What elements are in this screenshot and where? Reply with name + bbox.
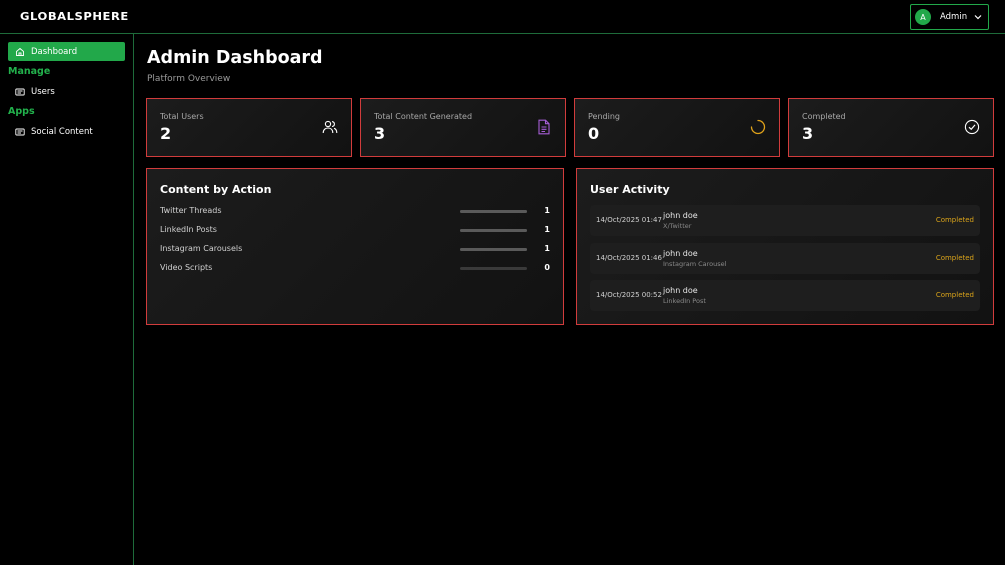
action-count: 1 xyxy=(544,225,550,234)
activity-item[interactable]: 14/Oct/2025 01:47 john doe X/Twitter Com… xyxy=(590,205,980,236)
user-activity-panel: User Activity 14/Oct/2025 01:47 john doe… xyxy=(576,168,994,325)
section-title-apps: Apps xyxy=(8,106,35,117)
top-bar: GLOBALSPHERE A Admin xyxy=(0,0,1005,34)
sidebar-item-dashboard[interactable]: Dashboard xyxy=(8,42,125,61)
stat-value: 3 xyxy=(374,124,386,143)
action-count: 0 xyxy=(544,263,550,272)
page-subtitle: Platform Overview xyxy=(147,74,231,84)
avatar: A xyxy=(915,9,931,25)
stat-value: 2 xyxy=(160,124,172,143)
document-icon xyxy=(538,119,550,135)
content-by-action-panel: Content by Action Twitter Threads 1 Link… xyxy=(146,168,564,325)
activity-type: X/Twitter xyxy=(663,222,692,230)
sidebar-item-label: Dashboard xyxy=(31,46,78,57)
activity-user: john doe xyxy=(663,286,698,295)
panel-title: User Activity xyxy=(590,183,670,196)
sidebar-item-label: Social Content xyxy=(31,126,93,137)
stat-label: Total Users xyxy=(160,112,204,121)
action-progress-bar xyxy=(460,210,527,213)
stat-value: 0 xyxy=(588,124,600,143)
home-icon xyxy=(16,47,24,56)
activity-user: john doe xyxy=(663,211,698,220)
action-row: Twitter Threads 1 xyxy=(160,206,550,218)
spinner-icon xyxy=(750,119,766,135)
action-label: Twitter Threads xyxy=(160,206,222,215)
sidebar: Dashboard Manage Users Apps Social Conte… xyxy=(0,34,134,565)
action-label: LinkedIn Posts xyxy=(160,225,217,234)
stat-value: 3 xyxy=(802,124,814,143)
action-row: Instagram Carousels 1 xyxy=(160,244,550,256)
stat-card-total-content: Total Content Generated 3 xyxy=(360,98,566,157)
activity-user: john doe xyxy=(663,249,698,258)
user-menu-button[interactable]: A Admin xyxy=(910,4,989,30)
stat-card-pending: Pending 0 xyxy=(574,98,780,157)
action-row: Video Scripts 0 xyxy=(160,263,550,275)
stat-label: Total Content Generated xyxy=(374,112,473,121)
action-progress-bar xyxy=(460,248,527,251)
sidebar-item-social-content[interactable]: Social Content xyxy=(8,122,125,141)
status-badge: Completed xyxy=(935,291,974,299)
activity-type: LinkedIn Post xyxy=(663,297,706,305)
section-title-manage: Manage xyxy=(8,66,51,77)
stat-card-total-users: Total Users 2 xyxy=(146,98,352,157)
activity-type: Instagram Carousel xyxy=(663,260,727,268)
stat-label: Completed xyxy=(802,112,846,121)
action-row: LinkedIn Posts 1 xyxy=(160,225,550,237)
check-circle-icon xyxy=(964,119,980,135)
page-title: Admin Dashboard xyxy=(147,48,323,68)
app-logo[interactable]: GLOBALSPHERE xyxy=(20,10,129,23)
chevron-down-icon xyxy=(974,15,982,20)
action-progress-bar xyxy=(460,267,527,270)
panel-title: Content by Action xyxy=(160,183,272,196)
content-list-icon xyxy=(15,128,25,135)
sidebar-item-label: Users xyxy=(31,86,55,97)
stat-label: Pending xyxy=(588,112,620,121)
activity-time: 14/Oct/2025 01:46 xyxy=(596,254,662,262)
activity-time: 14/Oct/2025 00:52 xyxy=(596,291,662,299)
activity-item[interactable]: 14/Oct/2025 00:52 john doe LinkedIn Post… xyxy=(590,280,980,311)
action-count: 1 xyxy=(544,206,550,215)
status-badge: Completed xyxy=(935,254,974,262)
sidebar-item-users[interactable]: Users xyxy=(8,82,125,101)
action-count: 1 xyxy=(544,244,550,253)
activity-time: 14/Oct/2025 01:47 xyxy=(596,216,662,224)
status-badge: Completed xyxy=(935,216,974,224)
action-label: Instagram Carousels xyxy=(160,244,243,253)
users-list-icon xyxy=(15,88,25,95)
action-label: Video Scripts xyxy=(160,263,213,272)
stat-card-completed: Completed 3 xyxy=(788,98,994,157)
users-icon xyxy=(322,120,338,134)
activity-item[interactable]: 14/Oct/2025 01:46 john doe Instagram Car… xyxy=(590,243,980,274)
user-name: Admin xyxy=(940,12,968,22)
action-progress-bar xyxy=(460,229,527,232)
